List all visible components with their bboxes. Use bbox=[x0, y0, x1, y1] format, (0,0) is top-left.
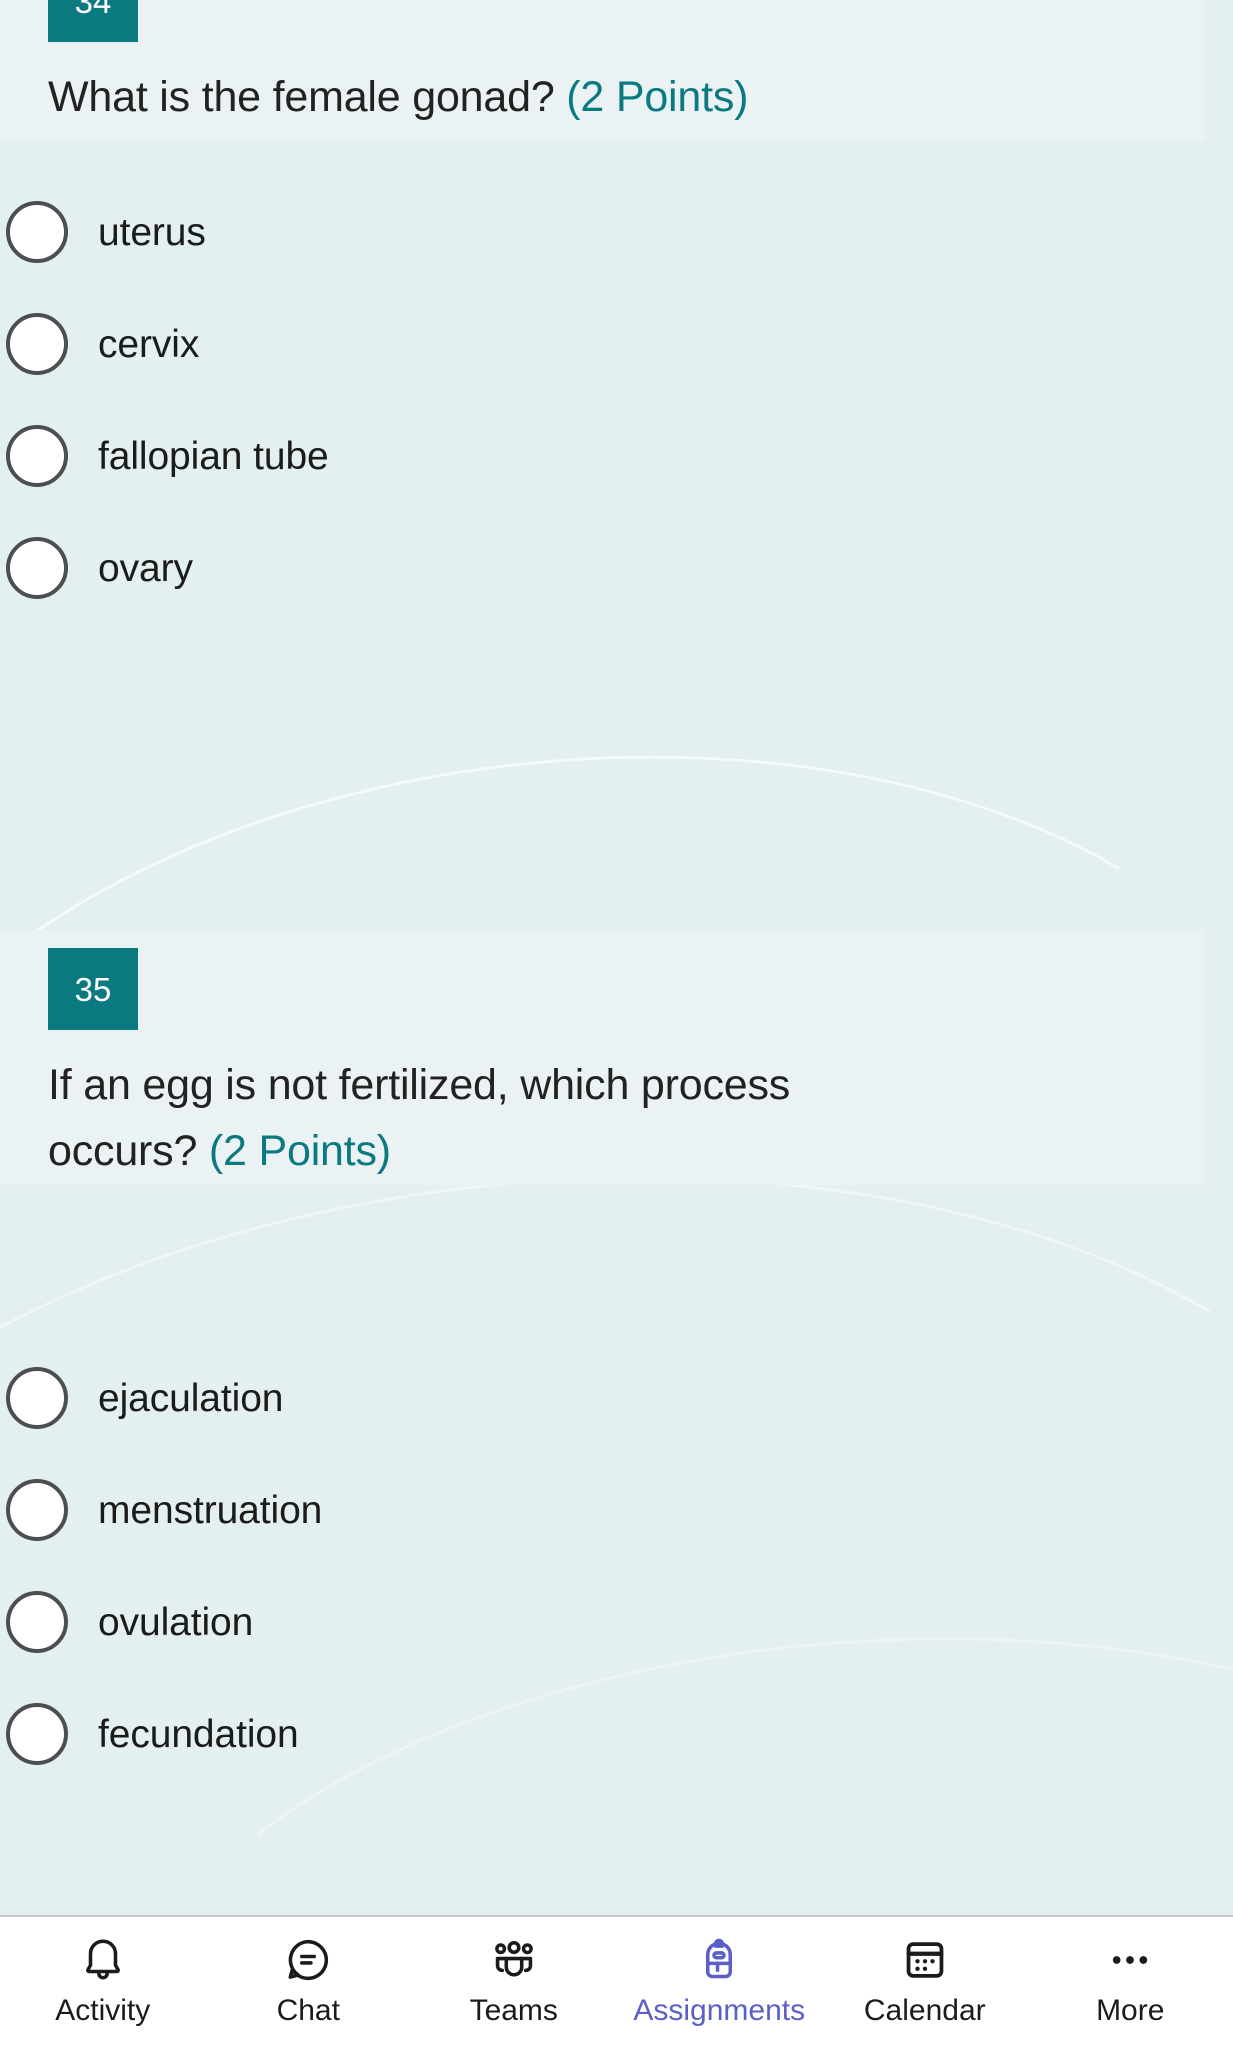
calendar-icon bbox=[898, 1933, 952, 1987]
option-row[interactable]: menstruation bbox=[0, 1455, 1233, 1565]
option-spacer bbox=[0, 973, 1233, 1083]
nav-label-teams: Teams bbox=[469, 1994, 558, 2027]
question-prompt-34: What is the female gonad? bbox=[48, 73, 555, 121]
question-text-34: What is the female gonad? (2 Points) bbox=[48, 64, 1048, 130]
backpack-icon bbox=[692, 1933, 746, 1987]
option-row[interactable]: fecundation bbox=[0, 1679, 1233, 1789]
nav-item-more[interactable]: More bbox=[1028, 1917, 1233, 2054]
bottom-navigation-bar: Activity Chat Teams Assignments Calendar… bbox=[0, 1915, 1233, 2054]
radio-button-icon[interactable] bbox=[6, 1479, 68, 1541]
option-row[interactable]: ovulation bbox=[0, 1567, 1233, 1677]
ellipsis-icon bbox=[1103, 1933, 1157, 1987]
question-points-34: (2 Points) bbox=[566, 73, 749, 121]
nav-item-assignments[interactable]: Assignments bbox=[617, 1917, 823, 2054]
option-label: ovary bbox=[98, 546, 193, 590]
option-row[interactable]: fallopian tube bbox=[0, 401, 1233, 511]
radio-button-icon[interactable] bbox=[6, 201, 68, 263]
bell-icon bbox=[76, 1933, 130, 1987]
radio-button-icon[interactable] bbox=[6, 1367, 68, 1429]
radio-button-icon[interactable] bbox=[6, 1703, 68, 1765]
option-label: menstruation bbox=[98, 1488, 323, 1532]
nav-item-activity[interactable]: Activity bbox=[0, 1917, 206, 2054]
radio-button-icon[interactable] bbox=[6, 313, 68, 375]
nav-item-chat[interactable]: Chat bbox=[206, 1917, 412, 2054]
nav-label-calendar: Calendar bbox=[863, 1994, 986, 2027]
nav-item-calendar[interactable]: Calendar bbox=[822, 1917, 1028, 2054]
nav-label-more: More bbox=[1096, 1994, 1165, 2027]
option-label: ovulation bbox=[98, 1600, 254, 1644]
chat-icon bbox=[281, 1933, 335, 1987]
option-label: uterus bbox=[98, 210, 206, 254]
nav-label-assignments: Assignments bbox=[633, 1994, 806, 2027]
radio-button-icon[interactable] bbox=[6, 1591, 68, 1653]
nav-item-teams[interactable]: Teams bbox=[411, 1917, 617, 2054]
question-prompt-35-line2: occurs? bbox=[48, 1127, 198, 1175]
quiz-scroll-area[interactable]: 34 What is the female gonad? (2 Points) … bbox=[0, 0, 1233, 1915]
option-row[interactable]: ovary bbox=[0, 513, 1233, 623]
option-label: fallopian tube bbox=[98, 434, 329, 478]
nav-label-activity: Activity bbox=[55, 1994, 151, 2027]
option-row[interactable]: uterus bbox=[0, 177, 1233, 287]
question-number-badge-34: 34 bbox=[48, 0, 138, 42]
option-label: cervix bbox=[98, 322, 200, 366]
option-row[interactable]: cervix bbox=[0, 289, 1233, 399]
option-label: fecundation bbox=[98, 1712, 299, 1756]
nav-label-chat: Chat bbox=[276, 1994, 340, 2027]
radio-button-icon[interactable] bbox=[6, 537, 68, 599]
radio-button-icon[interactable] bbox=[6, 425, 68, 487]
question-points-35: (2 Points) bbox=[208, 1127, 391, 1175]
option-row[interactable]: ejaculation bbox=[0, 1343, 1233, 1453]
teams-icon bbox=[487, 1933, 541, 1987]
option-label: ejaculation bbox=[98, 1376, 284, 1420]
